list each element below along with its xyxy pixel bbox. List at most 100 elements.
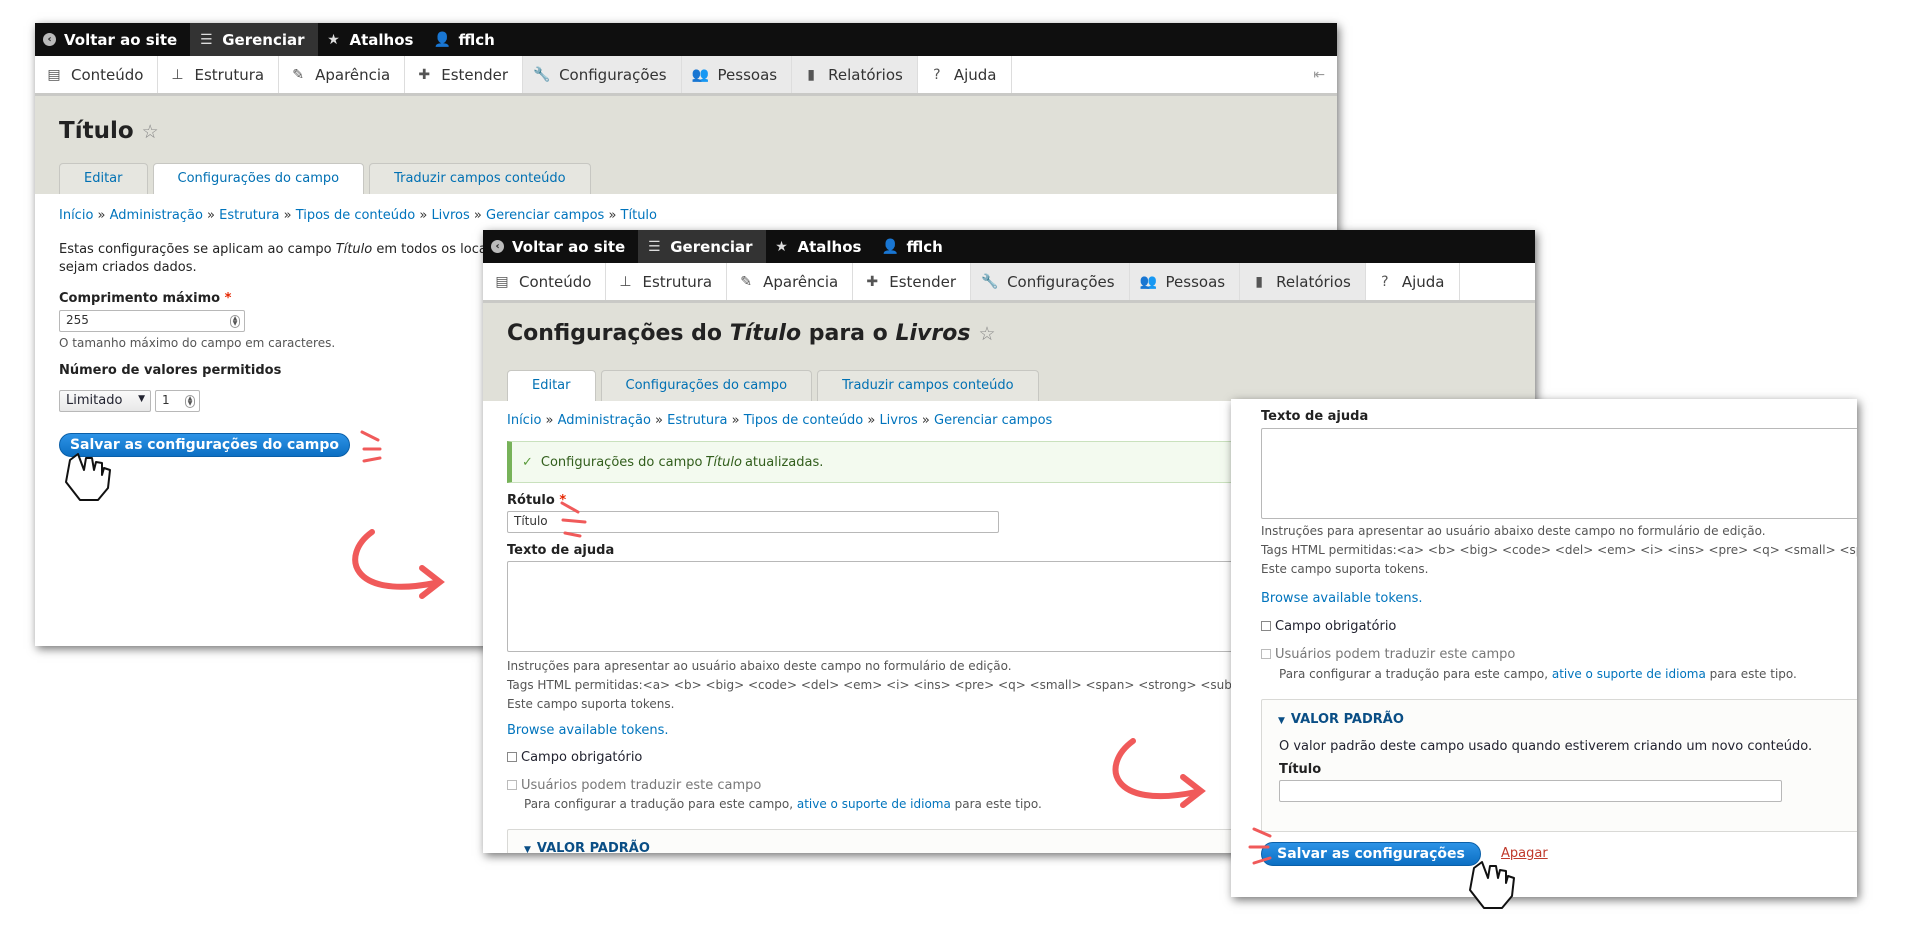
document-icon: ▤	[47, 66, 61, 83]
menu-appearance[interactable]: ✎ Aparência	[279, 56, 406, 93]
menu-content[interactable]: ▤ Conteúdo	[483, 263, 607, 300]
menu-structure[interactable]: ⊥ Estrutura	[606, 263, 728, 300]
breadcrumb-link[interactable]: Gerenciar campos	[486, 208, 604, 223]
bar-chart-icon: ▮	[1255, 273, 1263, 290]
required-checkbox[interactable]	[507, 752, 517, 762]
bar-chart-icon: ▮	[807, 66, 815, 83]
toolbar-user[interactable]: 👤 fflch	[874, 230, 955, 263]
delete-link[interactable]: Apagar	[1501, 846, 1548, 861]
menu-extend[interactable]: ✚ Estender	[405, 56, 524, 93]
tab-field-settings[interactable]: Configurações do campo	[152, 163, 365, 194]
triangle-down-icon: ▼	[524, 845, 531, 853]
document-icon: ▤	[495, 273, 509, 290]
field-settings-description: Estas configurações se aplicam ao campo …	[59, 242, 515, 275]
breadcrumb-link[interactable]: Estrutura	[219, 208, 279, 223]
default-title-input[interactable]	[1279, 780, 1782, 802]
tab-translate[interactable]: Traduzir campos conteúdo	[369, 163, 591, 194]
tray-orientation-toggle-icon[interactable]: ⇤	[1313, 56, 1337, 93]
breadcrumb-link[interactable]: Livros	[431, 208, 469, 223]
max-length-input[interactable]: 255 ▲ ▼	[59, 310, 245, 332]
breadcrumb-link[interactable]: Gerenciar campos	[934, 413, 1052, 428]
screenshot-default-value: Texto de ajuda Instruções para apresenta…	[1231, 399, 1857, 897]
help-text-textarea[interactable]	[1261, 428, 1857, 519]
menu-people[interactable]: 👥 Pessoas	[681, 56, 793, 93]
paintbrush-icon: ✎	[292, 66, 304, 83]
translation-help: Para configurar a tradução para este cam…	[1279, 667, 1797, 681]
tab-edit[interactable]: Editar	[59, 163, 148, 194]
toolbar-back-to-site[interactable]: ‹ Voltar ao site	[483, 230, 638, 263]
breadcrumb-link[interactable]: Estrutura	[667, 413, 727, 428]
page-title: Título ☆	[59, 118, 159, 144]
puzzle-icon: ✚	[418, 66, 431, 83]
paintbrush-icon: ✎	[740, 273, 752, 290]
menu-content[interactable]: ▤ Conteúdo	[35, 56, 159, 93]
translatable-checkbox-row: Usuários podem traduzir este campo	[507, 778, 761, 793]
menu-appearance[interactable]: ✎ Aparência	[727, 263, 854, 300]
hamburger-icon: ☰	[199, 31, 213, 48]
menu-structure[interactable]: ⊥ Estrutura	[158, 56, 280, 93]
toolbar-shortcuts[interactable]: ★ Atalhos	[766, 230, 875, 263]
star-icon: ★	[327, 31, 340, 48]
tab-edit[interactable]: Editar	[507, 370, 596, 401]
cardinality-number-input[interactable]: 1 ▲ ▼	[155, 390, 200, 412]
save-field-settings-button[interactable]: Salvar as configurações do campo	[59, 433, 350, 457]
default-value-details: ▼ VALOR PADRÃO O valor padrão deste campo…	[1261, 699, 1857, 832]
toolbar-shortcuts[interactable]: ★ Atalhos	[318, 23, 427, 56]
menu-people[interactable]: 👥 Pessoas	[1129, 263, 1241, 300]
puzzle-icon: ✚	[866, 273, 879, 290]
favorite-star-icon[interactable]: ☆	[978, 323, 995, 345]
menu-extend[interactable]: ✚ Estender	[853, 263, 972, 300]
tab-translate[interactable]: Traduzir campos conteúdo	[817, 370, 1039, 401]
translation-help: Para configurar a tradução para este cam…	[524, 797, 1042, 811]
toolbar-user[interactable]: 👤 fflch	[426, 23, 507, 56]
breadcrumb-link[interactable]: Início	[507, 413, 541, 428]
breadcrumb-link[interactable]: Título	[621, 208, 657, 223]
label-input[interactable]: Título	[507, 511, 999, 533]
save-settings-button[interactable]: Salvar as configurações	[1261, 842, 1481, 866]
favorite-star-icon[interactable]: ☆	[142, 121, 159, 143]
wrench-icon: 🔧	[981, 273, 999, 290]
triangle-down-icon: ▼	[1278, 716, 1285, 726]
breadcrumb-link[interactable]: Administração	[110, 208, 203, 223]
menu-help[interactable]: ? Ajuda	[1366, 263, 1460, 300]
sitemap-icon: ⊥	[171, 66, 184, 83]
breadcrumb-link[interactable]: Tipos de conteúdo	[744, 413, 864, 428]
default-value-summary[interactable]: ▼ VALOR PADRÃO	[1262, 700, 1857, 727]
tab-field-settings[interactable]: Configurações do campo	[600, 370, 813, 401]
people-icon: 👥	[691, 66, 710, 83]
required-checkbox-row[interactable]: Campo obrigatório	[1261, 619, 1396, 634]
default-value-description: O valor padrão deste campo usado quando …	[1279, 739, 1813, 754]
browse-tokens-link[interactable]: Browse available tokens.	[1261, 591, 1423, 606]
menu-help[interactable]: ? Ajuda	[918, 56, 1012, 93]
breadcrumb-link[interactable]: Tipos de conteúdo	[296, 208, 416, 223]
user-icon: 👤	[433, 31, 452, 48]
admin-toolbar: ‹ Voltar ao site ☰ Gerenciar ★ Atalhos 👤 ffl…	[483, 230, 1535, 263]
menu-configuration[interactable]: 🔧 Configurações	[971, 263, 1130, 300]
menu-reports[interactable]: ▮ Relatórios	[1240, 263, 1366, 300]
number-spinner-icon[interactable]: ▲ ▼	[230, 315, 240, 328]
star-icon: ★	[775, 238, 788, 255]
page-title: Configurações do Título para o Livros ☆	[507, 321, 996, 346]
cardinality-select[interactable]: Limitado ▼	[59, 390, 151, 412]
language-support-link[interactable]: ative o suporte de idioma	[797, 797, 951, 811]
toolbar-back-to-site[interactable]: ‹ Voltar ao site	[35, 23, 190, 56]
menu-reports[interactable]: ▮ Relatórios	[792, 56, 918, 93]
breadcrumb-link[interactable]: Início	[59, 208, 93, 223]
breadcrumb: Início » Administração » Estrutura » Tip…	[507, 413, 1053, 428]
breadcrumb-link[interactable]: Livros	[879, 413, 917, 428]
toolbar-manage[interactable]: ☰ Gerenciar	[638, 230, 766, 263]
help-text-description: Instruções para apresentar ao usuário ab…	[1261, 524, 1857, 576]
required-checkbox[interactable]	[1261, 621, 1271, 631]
browse-tokens-link[interactable]: Browse available tokens.	[507, 723, 669, 738]
language-support-link[interactable]: ative o suporte de idioma	[1552, 667, 1706, 681]
toolbar-manage[interactable]: ☰ Gerenciar	[190, 23, 318, 56]
number-spinner-icon[interactable]: ▲ ▼	[185, 395, 195, 408]
label-field-label: Rótulo *	[507, 493, 567, 508]
required-checkbox-row[interactable]: Campo obrigatório	[507, 750, 642, 765]
default-title-label: Título	[1279, 762, 1322, 777]
cardinality-label: Número de valores permitidos	[59, 363, 282, 378]
tabs: Editar Configurações do campo Traduzir c…	[59, 163, 596, 194]
help-icon: ?	[1381, 273, 1389, 290]
breadcrumb-link[interactable]: Administração	[558, 413, 651, 428]
menu-configuration[interactable]: 🔧 Configurações	[523, 56, 682, 93]
